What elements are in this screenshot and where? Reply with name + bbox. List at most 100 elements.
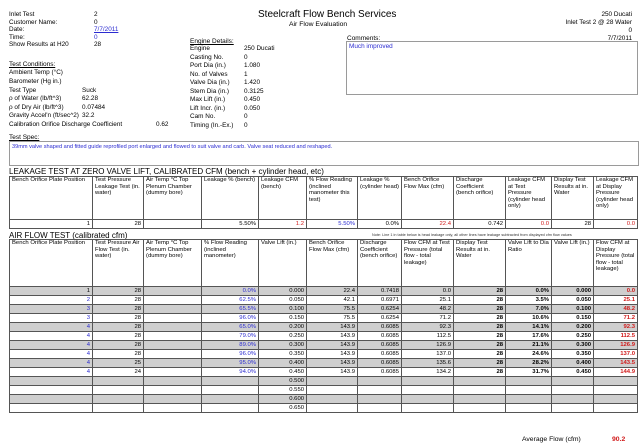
airflow-cell[interactable] [92, 376, 144, 386]
airflow-cell[interactable]: 28 [92, 340, 144, 350]
leakage-cell: 28 [551, 219, 594, 229]
label-casting: Casting No. [190, 53, 224, 61]
comments-box[interactable]: Much improved [346, 41, 638, 95]
leakage-cell[interactable]: 28 [92, 219, 144, 229]
airflow-cell[interactable] [143, 385, 202, 395]
leakage-cell[interactable]: 5.50% [201, 219, 259, 229]
value-rho-water: 62.28 [82, 95, 98, 102]
airflow-cell[interactable]: 28 [92, 313, 144, 323]
leakage-header-cell: Bench Orifice Plate Position [9, 176, 93, 220]
airflow-cell: 25.1 [401, 295, 454, 305]
airflow-cell[interactable] [143, 376, 202, 386]
airflow-cell[interactable]: 3 [9, 313, 93, 323]
airflow-cell[interactable] [9, 403, 93, 413]
airflow-cell[interactable] [201, 403, 259, 413]
airflow-cell[interactable]: 24 [92, 367, 144, 377]
value-port-dia[interactable]: 1.080 [244, 62, 260, 69]
airflow-cell[interactable] [143, 394, 202, 404]
leakage-cell[interactable]: 1 [9, 219, 93, 229]
value-timing[interactable]: 0 [244, 122, 248, 129]
airflow-cell[interactable]: 62.5% [201, 295, 259, 305]
airflow-cell [551, 376, 594, 386]
value-customer[interactable]: 0 [94, 19, 98, 26]
airflow-cell[interactable] [92, 385, 144, 395]
value-test-type[interactable]: Suck [82, 87, 96, 94]
airflow-cell[interactable] [143, 349, 202, 359]
value-show-results[interactable]: 28 [94, 41, 101, 48]
value-engine[interactable]: 250 Ducati [244, 45, 275, 52]
airflow-header-cell: % Flow Reading (inclined manometer) [201, 239, 259, 287]
airflow-cell[interactable] [143, 358, 202, 368]
leakage-header-cell: Leakage CFM at Test Pressure (cylinder h… [505, 176, 552, 220]
airflow-cell[interactable] [201, 376, 259, 386]
airflow-cell [505, 403, 552, 413]
airflow-cell: 126.9 [593, 340, 638, 350]
airflow-cell[interactable] [143, 286, 202, 296]
airflow-cell[interactable] [201, 385, 259, 395]
airflow-cell[interactable]: 28 [92, 286, 144, 296]
airflow-cell[interactable]: 96.0% [201, 313, 259, 323]
airflow-cell[interactable] [201, 394, 259, 404]
airflow-cell[interactable]: 96.0% [201, 349, 259, 359]
airflow-cell[interactable]: 95.0% [201, 358, 259, 368]
airflow-cell[interactable]: 25 [92, 358, 144, 368]
airflow-cell[interactable] [143, 367, 202, 377]
airflow-cell: 0.0 [401, 286, 454, 296]
leakage-cell[interactable] [143, 219, 202, 229]
airflow-cell[interactable]: 4 [9, 340, 93, 350]
airflow-cell[interactable]: 28 [92, 304, 144, 314]
airflow-cell: 31.7% [505, 367, 552, 377]
airflow-cell[interactable]: 28 [92, 349, 144, 359]
airflow-cell[interactable]: 79.0% [201, 331, 259, 341]
airflow-cell[interactable]: 3 [9, 304, 93, 314]
airflow-cell[interactable] [92, 394, 144, 404]
airflow-cell[interactable] [143, 322, 202, 332]
airflow-cell[interactable]: 1 [9, 286, 93, 296]
airflow-cell[interactable]: 65.0% [201, 322, 259, 332]
airflow-cell[interactable]: 28 [92, 331, 144, 341]
leakage-cell[interactable]: 5.50% [306, 219, 358, 229]
value-inlet-test[interactable]: 2 [94, 11, 98, 18]
value-casting[interactable]: 0 [244, 54, 248, 61]
airflow-cell[interactable]: 4 [9, 358, 93, 368]
value-time[interactable]: 0 [94, 34, 98, 41]
value-valve-dia[interactable]: 1.420 [244, 79, 260, 86]
engine-block: Engine 250 Ducati Casting No. 0 Port Dia… [190, 45, 300, 135]
value-max-lift[interactable]: 0.450 [244, 96, 260, 103]
airflow-cell[interactable] [9, 394, 93, 404]
airflow-cell[interactable] [143, 295, 202, 305]
airflow-cell[interactable] [143, 403, 202, 413]
value-cam-no[interactable]: 0 [244, 113, 248, 120]
airflow-cell[interactable]: 94.0% [201, 367, 259, 377]
airflow-cell[interactable] [143, 340, 202, 350]
airflow-cell: 0.100 [258, 304, 307, 314]
airflow-cell[interactable]: 28 [92, 295, 144, 305]
airflow-cell [453, 403, 506, 413]
value-stem-dia[interactable]: 0.3125 [244, 88, 264, 95]
leakage-cell: 0.0% [357, 219, 402, 229]
airflow-cell[interactable]: 89.0% [201, 340, 259, 350]
airflow-cell[interactable]: 4 [9, 322, 93, 332]
airflow-cell[interactable] [143, 331, 202, 341]
airflow-cell[interactable]: 4 [9, 349, 93, 359]
airflow-cell: 143.9 [306, 358, 358, 368]
airflow-cell[interactable]: 0.0% [201, 286, 259, 296]
airflow-cell[interactable]: 2 [9, 295, 93, 305]
airflow-cell: 143.9 [306, 349, 358, 359]
value-date[interactable]: 7/7/2011 [94, 26, 118, 33]
airflow-cell[interactable]: 28 [92, 322, 144, 332]
airflow-cell[interactable]: 4 [9, 367, 93, 377]
airflow-header-cell: Test Pressure Air Flow Test (in. water) [92, 239, 144, 287]
airflow-cell[interactable] [92, 403, 144, 413]
airflow-cell[interactable]: 4 [9, 331, 93, 341]
airflow-cell[interactable] [143, 313, 202, 323]
airflow-cell[interactable] [9, 385, 93, 395]
airflow-cell[interactable]: 65.5% [201, 304, 259, 314]
airflow-cell[interactable] [143, 304, 202, 314]
airflow-cell [505, 394, 552, 404]
label-rho-water: ρ of Water (lb/ft^3) [9, 95, 62, 102]
test-spec-box[interactable]: 39mm valve shaped and fitted guide repro… [9, 141, 639, 166]
value-lift-incr[interactable]: 0.050 [244, 105, 260, 112]
airflow-cell[interactable] [9, 376, 93, 386]
value-num-valves[interactable]: 1 [244, 71, 248, 78]
